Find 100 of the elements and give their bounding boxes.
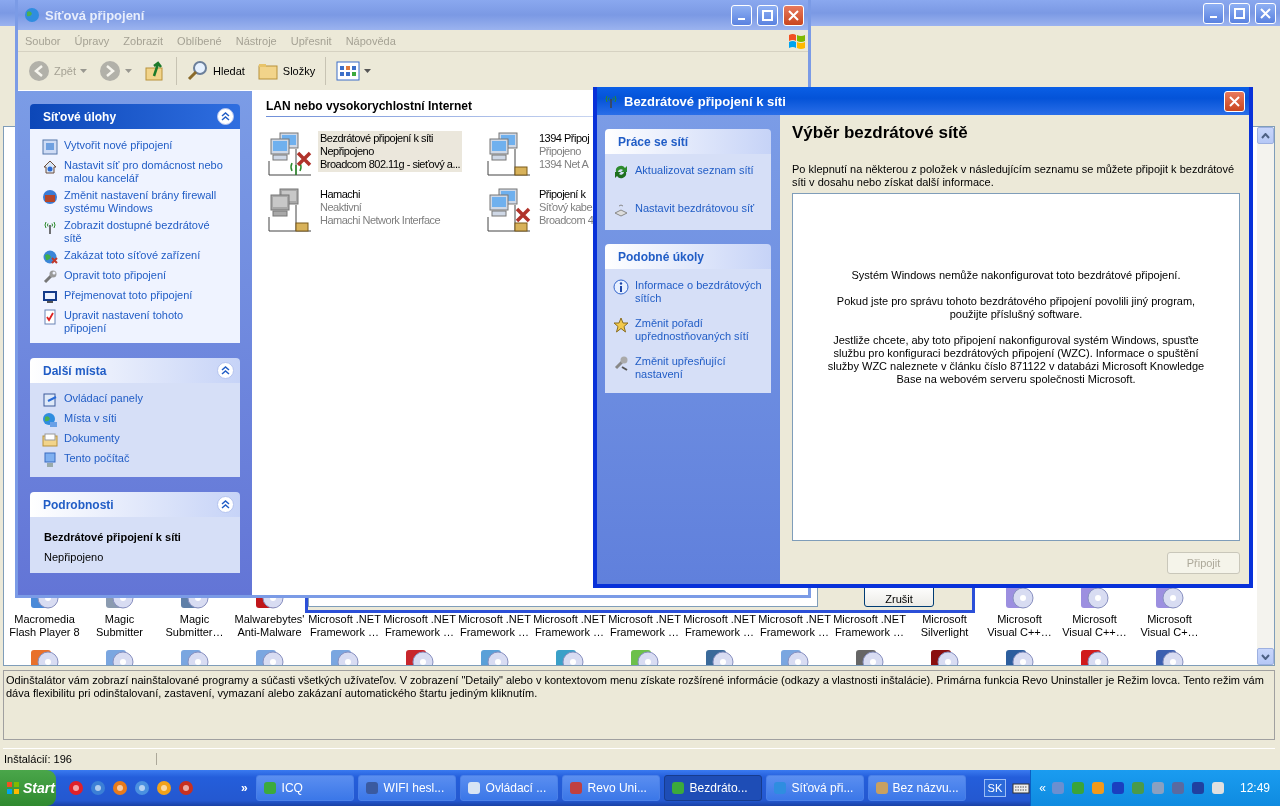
taskbar-button[interactable]: Bez názvu... [867,775,966,801]
antenna-icon [603,93,619,109]
taskbar-button[interactable]: WIFI hesl... [357,775,456,801]
folders-button[interactable]: Složky [252,58,320,84]
program-label[interactable]: Microsoft .NET Framework … [683,613,756,639]
close-button[interactable] [783,4,804,26]
taskbar-button[interactable]: Síťová při... [765,775,864,801]
collapse-button[interactable] [217,108,234,125]
taskbar-button[interactable]: Revo Uni... [561,775,660,801]
program-label[interactable]: Microsoft .NET Framework … [308,613,381,639]
globe-icon [42,249,58,265]
minimize-button[interactable] [1203,2,1224,24]
launcher-icon[interactable] [112,780,128,796]
install-count: Inštalácií: 196 [3,752,157,765]
window-title: Síťová připojení [45,7,146,23]
program-label[interactable]: Malwarebytes' Anti-Malware [234,613,305,639]
language-indicator[interactable]: SK [983,779,1007,797]
collapse-button[interactable] [217,362,234,379]
launcher-icon[interactable] [68,780,84,796]
task-link[interactable]: Dokumenty [64,432,120,445]
wrench-icon [42,269,58,285]
scrollbar[interactable] [1257,127,1274,665]
task-link[interactable]: Změnit nastavení brány firewall systému Windows [64,189,224,215]
task-pane-header[interactable]: Síťové úlohy [30,104,240,129]
minimize-button[interactable] [731,4,752,26]
maximize-button[interactable] [1229,2,1250,24]
connection-item[interactable]: 1394 Připoj Připojeno 1394 Net A [537,131,592,172]
scroll-up-button[interactable] [1257,127,1274,144]
task-link[interactable]: Změnit pořadí upřednostňovaných sítí [635,317,763,343]
task-link[interactable]: Nastavit síť pro domácnost nebo malou kancelář [64,159,224,185]
program-label[interactable]: Microsoft .NET Framework … [458,613,531,639]
app-icon [772,781,787,795]
task-link[interactable]: Opravit toto připojení [64,269,167,282]
taskbar-button[interactable]: Ovládací ... [459,775,558,801]
chevron-up-icon [1261,132,1270,139]
launcher-icon[interactable] [134,780,150,796]
task-pane-header[interactable]: Další místa [30,358,240,383]
router-icon [613,202,629,218]
tray-icon[interactable] [1109,780,1126,796]
program-label[interactable]: Microsoft .NET Framework … [833,613,906,639]
task-link[interactable]: Vytvořit nové připojení [64,139,173,152]
task-link[interactable]: Upravit nastavení tohoto připojení [64,309,224,335]
task-link[interactable]: Přejmenovat toto připojení [64,289,193,302]
app-icon [670,781,685,795]
program-label[interactable]: Microsoft Visual C+… [1140,613,1199,639]
control-panel-icon [42,392,58,408]
caret-icon [364,69,372,73]
app-icon [874,781,888,795]
program-label[interactable]: Microsoft Visual C++… [1062,613,1127,639]
task-link[interactable]: Nastavit bezdrátovou síť [635,202,755,215]
program-label[interactable]: Microsoft .NET Framework … [383,613,456,639]
close-icon [1229,95,1240,107]
taskbar-button[interactable]: ICQ [255,775,354,801]
task-pane-header[interactable]: Podrobnosti [30,492,240,517]
connection-item[interactable]: Bezdrátové připojení k síti Nepřipojeno Broadcom 802.11g - sieťový a... [318,131,463,172]
task-link[interactable]: Místa v síti [64,412,117,425]
program-label[interactable]: Microsoft .NET Framework … [608,613,681,639]
maximize-icon [762,9,773,21]
refresh-icon [613,164,629,180]
scroll-down-button[interactable] [1257,648,1274,665]
program-label[interactable]: Microsoft Silverlight [920,613,969,639]
task-link[interactable]: Ovládací panely [64,392,143,405]
tray-icon[interactable] [1209,780,1226,796]
search-button[interactable]: Hledat [183,58,249,84]
program-label[interactable]: Magic Submitter… [165,613,224,639]
launcher-icon[interactable] [156,780,172,796]
minimize-icon [738,18,745,20]
overflow-button[interactable]: » [240,781,248,795]
taskbar-button[interactable]: Bezdráto... [663,775,762,801]
program-label[interactable]: Microsoft .NET Framework … [758,613,831,639]
maximize-icon [1234,7,1245,19]
tray-expand-button[interactable]: « [1039,781,1046,795]
close-button[interactable] [1224,90,1245,112]
program-label[interactable]: Microsoft .NET Framework … [533,613,606,639]
folder-icon [42,432,58,448]
start-button[interactable]: Start [0,770,56,806]
task-link[interactable]: Zakázat toto síťové zařízení [64,249,201,262]
network-globe-icon [24,7,40,23]
launcher-icon[interactable] [178,780,194,796]
network-list[interactable] [792,193,1240,541]
launcher-icon[interactable] [90,780,106,796]
app-icon [466,781,481,795]
program-label[interactable]: Magic Submitter [95,613,144,639]
network-globe-icon [42,412,58,428]
task-link[interactable]: Tento počítač [64,452,130,465]
program-label[interactable]: Macromedia Flash Player 8 [9,613,80,639]
message-text: Jestliže chcete, aby toto připojení nakonfiguroval systém Windows, spusťte službu pro konfiguraci bezdrátových připojení (WZC). Informace o spuštění služby WZC naleznete v článku číslo 871122 v databázi Microsoft Knowledge Base na webovém serveru společnosti Microsoft. [826,333,1206,386]
task-link[interactable]: Zobrazit dostupné bezdrátové sítě [64,219,224,245]
collapse-button[interactable] [217,496,234,513]
message-text: Pokud jste pro správu tohoto bezdrátového připojení povolili jiný program, použijte příslušný software. [835,294,1197,321]
close-button[interactable] [1255,2,1276,24]
caret-icon [125,69,132,73]
clock: 12:49 [1239,781,1270,795]
task-link[interactable]: Informace o bezdrátových sítích [635,279,763,305]
maximize-button[interactable] [757,4,778,26]
tray-icon[interactable] [1189,780,1206,796]
task-link[interactable]: Aktualizovat seznam sítí [635,164,754,177]
double-chevron-up-icon [221,112,230,121]
task-link[interactable]: Změnit upřesňující nastavení [635,355,763,381]
program-label[interactable]: Microsoft Visual C++… [987,613,1052,639]
